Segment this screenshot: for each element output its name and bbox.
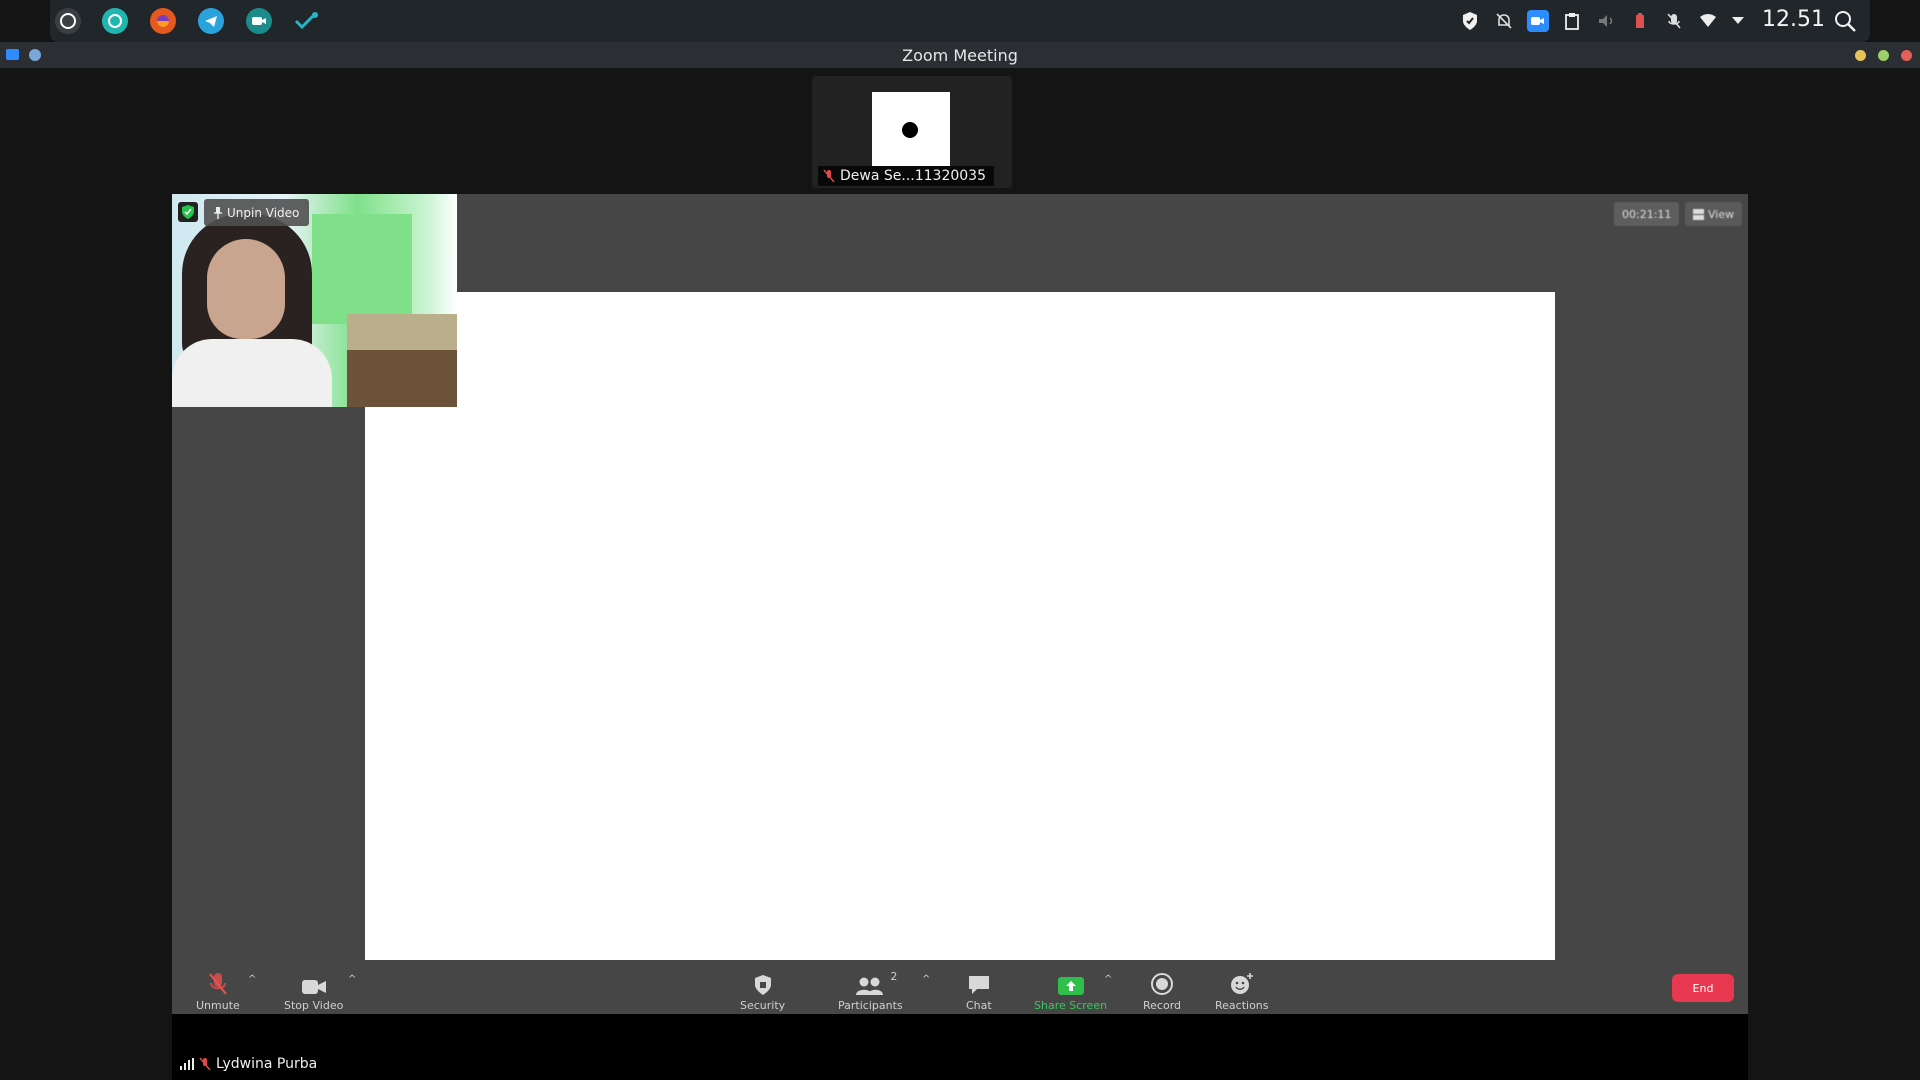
meeting-main-area: Unpin Video 00:21:11 View Unmute ^ Stop … [172,194,1748,1014]
volume-icon[interactable] [1595,10,1617,32]
zoom-icon[interactable] [246,8,272,34]
self-name-label: Lydwina Purba [180,1056,317,1072]
avatar-dot [902,122,918,138]
record-button[interactable]: Record [1143,970,1181,1012]
participants-button[interactable]: 2 Participants [838,970,903,1012]
participant-name: Dewa Se...11320035 [840,168,986,184]
end-meeting-button[interactable]: End [1672,974,1734,1002]
clipboard-icon[interactable] [1561,10,1583,32]
participants-icon [856,977,884,995]
audio-options-chevron-icon[interactable]: ^ [248,974,256,985]
security-button[interactable]: Security [740,970,785,1012]
camera-icon [301,980,326,994]
video-background-wall [312,214,412,324]
browser-circle-icon[interactable] [102,8,128,34]
system-top-bar: 12.51 [50,0,1870,42]
security-label: Security [740,999,786,1012]
pinned-video[interactable]: Unpin Video [172,194,457,407]
reactions-smiley-icon [1230,973,1253,994]
chat-bubble-icon [968,976,989,994]
reactions-label: Reactions [1215,999,1269,1012]
participants-options-chevron-icon[interactable]: ^ [922,974,930,985]
participant-name-label: Dewa Se...11320035 [818,166,994,186]
participant-avatar [872,92,950,166]
self-name: Lydwina Purba [216,1056,318,1072]
video-person-shirt [172,339,332,407]
clock[interactable]: 12.51 [1762,7,1825,32]
video-options-chevron-icon[interactable]: ^ [348,974,356,985]
encryption-shield-icon[interactable] [178,202,198,222]
stop-video-label: Stop Video [284,999,344,1012]
participants-label: Participants [838,999,903,1012]
dropdown-icon[interactable] [1727,10,1749,32]
pin-icon [214,206,222,219]
mic-muted-icon[interactable] [1663,10,1685,32]
maximize-button[interactable] [1878,50,1889,61]
share-screen-button[interactable]: Share Screen [1034,970,1107,1012]
close-button[interactable] [1901,50,1912,61]
window-title: Zoom Meeting [902,46,1018,65]
video-background-cushion [347,314,457,350]
unmute-button[interactable]: Unmute [196,970,240,1012]
share-screen-label: Share Screen [1034,999,1108,1012]
battery-icon[interactable] [1629,10,1651,32]
shared-screen-content[interactable] [365,292,1555,960]
vscode-icon[interactable] [294,8,320,34]
mic-muted-icon [199,1057,211,1071]
mic-muted-icon [209,973,227,995]
stop-video-button[interactable]: Stop Video [284,970,343,1012]
participant-count: 2 [890,970,898,983]
signal-strength-icon [180,1058,194,1070]
grid-view-icon [1693,208,1704,220]
self-video-strip: Lydwina Purba [172,1014,1748,1080]
wifi-icon[interactable] [1697,10,1719,32]
unpin-video-label: Unpin Video [227,205,300,220]
search-icon[interactable] [1832,8,1858,34]
video-person-face [207,239,285,339]
minimize-button[interactable] [1855,50,1866,61]
shield-icon[interactable] [1459,10,1481,32]
unpin-video-button[interactable]: Unpin Video [204,199,310,226]
participant-thumbnail[interactable]: Dewa Se...11320035 [812,76,1012,188]
share-screen-icon [1057,977,1084,995]
chat-label: Chat [966,999,992,1012]
view-label: View [1708,207,1735,221]
telegram-icon[interactable] [198,8,224,34]
meeting-timer: 00:21:11 [1614,202,1680,226]
security-shield-icon [754,975,771,995]
reactions-button[interactable]: Reactions [1215,970,1269,1012]
window-title-bar: Zoom Meeting [0,42,1920,68]
obs-icon[interactable] [55,8,81,34]
firefox-icon[interactable] [150,8,176,34]
share-options-chevron-icon[interactable]: ^ [1104,974,1112,985]
zoom-tray-icon[interactable] [1527,10,1549,32]
view-button[interactable]: View [1685,202,1743,226]
unmute-label: Unmute [196,999,240,1012]
notifications-off-icon[interactable] [1493,10,1515,32]
chat-button[interactable]: Chat [966,970,992,1012]
record-icon [1151,973,1173,995]
mic-muted-icon [823,169,835,183]
record-label: Record [1143,999,1182,1012]
